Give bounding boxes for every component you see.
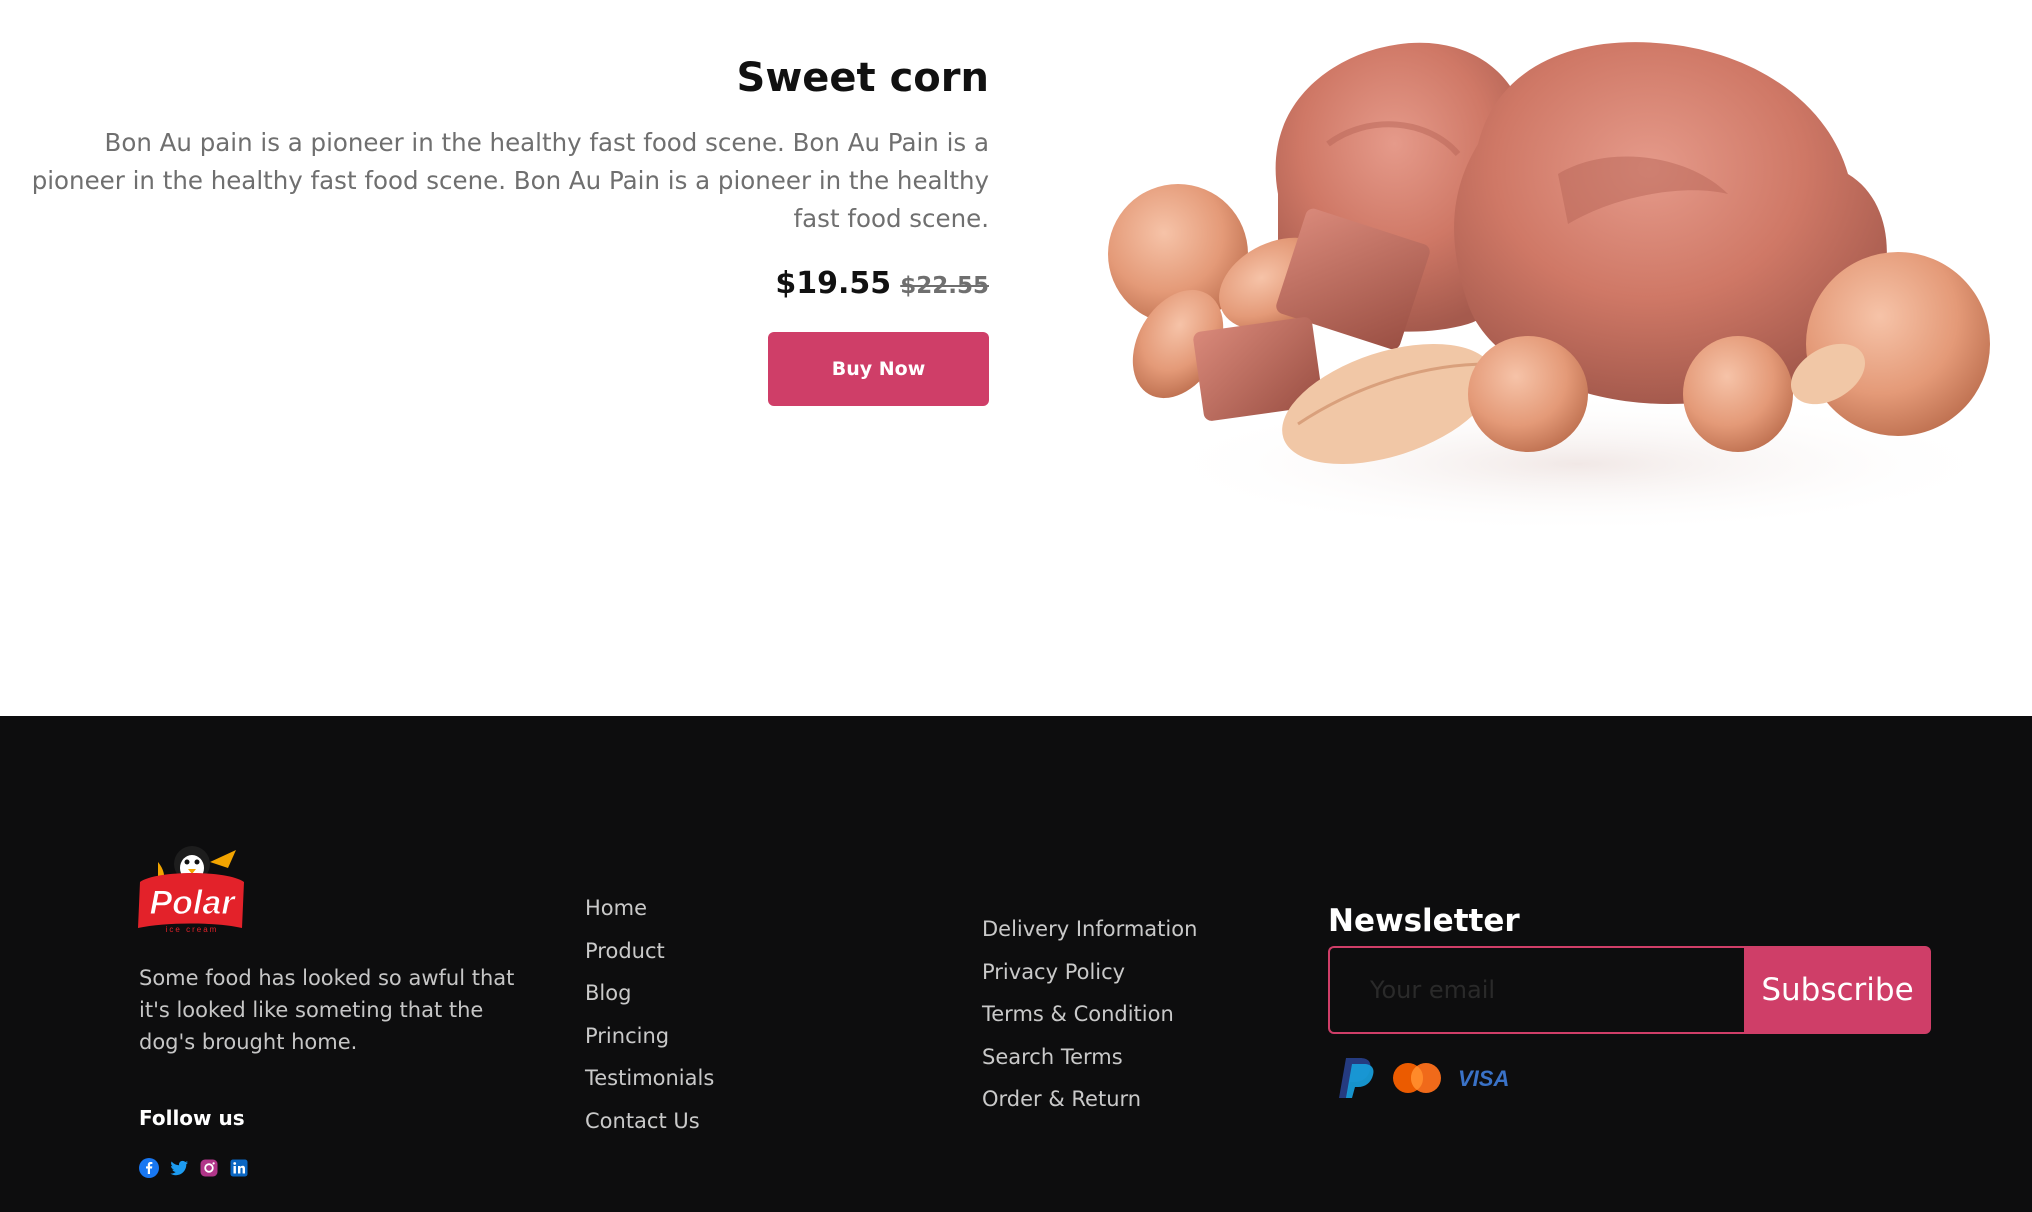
footer-link-blog[interactable]: Blog [585, 972, 714, 1015]
footer-link-search-terms[interactable]: Search Terms [982, 1036, 1197, 1079]
svg-text:VISA: VISA [1458, 1067, 1509, 1089]
payment-methods: VISA [1336, 1056, 1510, 1104]
facebook-icon[interactable] [139, 1158, 159, 1178]
footer-links-main: Home Product Blog Princing Testimonials … [585, 887, 714, 1142]
follow-us-label: Follow us [139, 1106, 245, 1130]
product-description: Bon Au pain is a pioneer in the healthy … [31, 128, 989, 233]
footer-links-info: Delivery Information Privacy Policy Term… [982, 908, 1197, 1121]
footer-link-product[interactable]: Product [585, 930, 714, 973]
newsletter-title: Newsletter [1328, 903, 1520, 939]
old-price: $22.55 [900, 273, 989, 299]
current-price: $19.55 [775, 266, 892, 301]
svg-text:ice cream: ice cream [166, 925, 219, 934]
mastercard-icon [1392, 1062, 1442, 1098]
instagram-icon[interactable] [199, 1158, 219, 1178]
visa-icon: VISA [1458, 1066, 1510, 1093]
newsletter-form: Subscribe [1328, 946, 1931, 1034]
buy-now-button[interactable]: Buy Now [768, 332, 989, 406]
footer-about-text: Some food has looked so awful that it's … [139, 966, 515, 1054]
product-info: Sweet corn Bon Au pain is a pioneer in t… [18, 50, 989, 406]
footer-link-testimonials[interactable]: Testimonials [585, 1057, 714, 1100]
footer-link-terms[interactable]: Terms & Condition [982, 993, 1197, 1036]
polar-logo[interactable]: Polar ice cream [136, 842, 248, 934]
social-links [139, 1158, 249, 1178]
twitter-icon[interactable] [169, 1158, 189, 1178]
svg-text:Polar: Polar [149, 884, 236, 922]
footer-link-home[interactable]: Home [585, 887, 714, 930]
newsletter-email-input[interactable] [1328, 946, 1744, 1034]
price-row: $19.55 $22.55 [18, 264, 989, 308]
footer-link-pricing[interactable]: Princing [585, 1015, 714, 1058]
subscribe-button[interactable]: Subscribe [1744, 946, 1931, 1034]
footer-link-order-return[interactable]: Order & Return [982, 1078, 1197, 1121]
site-footer: Polar ice cream Some food has looked so … [0, 716, 2032, 1212]
footer-link-delivery[interactable]: Delivery Information [982, 908, 1197, 951]
product-title: Sweet corn [736, 55, 989, 101]
product-section: Sweet corn Bon Au pain is a pioneer in t… [0, 0, 2032, 716]
footer-link-contact[interactable]: Contact Us [585, 1100, 714, 1143]
linkedin-icon[interactable] [229, 1158, 249, 1178]
footer-link-privacy[interactable]: Privacy Policy [982, 951, 1197, 994]
ice-cream-image [1108, 42, 1992, 530]
paypal-icon [1336, 1056, 1376, 1104]
